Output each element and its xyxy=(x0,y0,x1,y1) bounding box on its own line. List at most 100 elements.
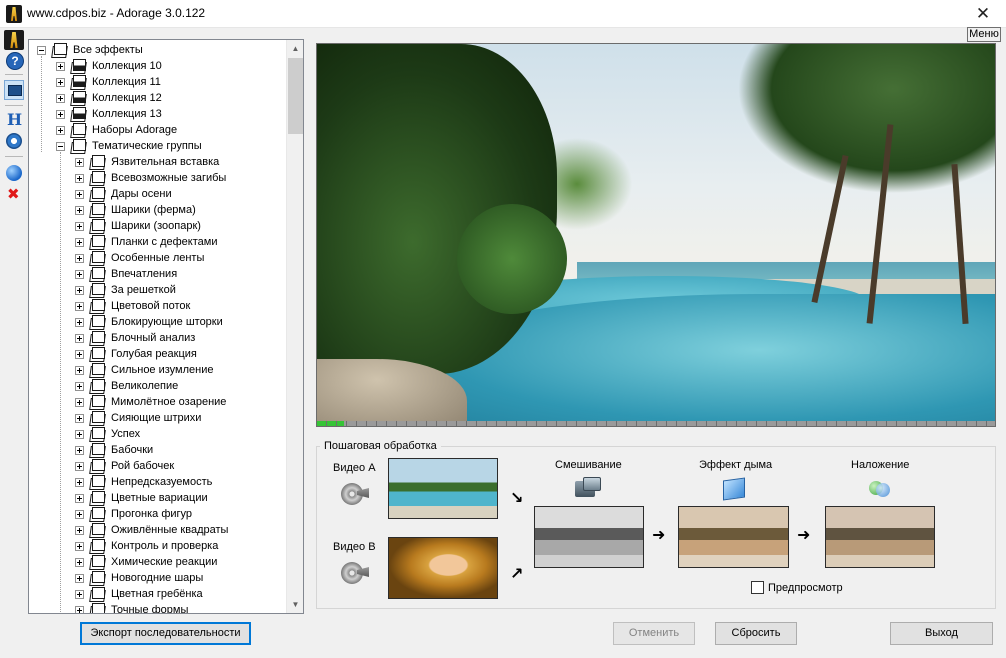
expand-plus-icon[interactable] xyxy=(75,174,84,183)
tree-item-group[interactable]: Сильное изумление xyxy=(29,362,285,378)
expand-plus-icon[interactable] xyxy=(75,318,84,327)
scroll-down-icon[interactable]: ▼ xyxy=(287,596,303,613)
tree-item-group[interactable]: Цветные вариации xyxy=(29,490,285,506)
video-a-thumbnail[interactable] xyxy=(388,458,498,519)
tree-item-group[interactable]: Блочный анализ xyxy=(29,330,285,346)
monitor-icon[interactable] xyxy=(4,80,24,100)
expand-plus-icon[interactable] xyxy=(75,462,84,471)
tree-item-group[interactable]: Прогонка фигур xyxy=(29,506,285,522)
tree-item-group[interactable]: Успех xyxy=(29,426,285,442)
menu-button[interactable]: Меню xyxy=(967,27,1001,42)
mixing-icon[interactable] xyxy=(575,477,601,499)
tree-item-collection[interactable]: Коллекция 13 xyxy=(29,106,285,122)
expand-plus-icon[interactable] xyxy=(75,222,84,231)
tree-item-collection[interactable]: Коллекция 12 xyxy=(29,90,285,106)
overlay-icon[interactable] xyxy=(867,477,891,501)
tree-item-thematic-groups[interactable]: Тематические группы xyxy=(29,138,285,154)
tree-item-group[interactable]: Цветная гребёнка xyxy=(29,586,285,602)
adorage-logo-icon[interactable] xyxy=(4,30,24,50)
tree-item-root[interactable]: Все эффекты xyxy=(29,42,285,58)
overlay-thumbnail[interactable] xyxy=(825,506,935,568)
tree-item-group[interactable]: Планки с дефектами xyxy=(29,234,285,250)
expand-plus-icon[interactable] xyxy=(56,126,65,135)
collapse-minus-icon[interactable] xyxy=(37,46,46,55)
expand-plus-icon[interactable] xyxy=(75,270,84,279)
export-sequence-button[interactable]: Экспорт последовательности xyxy=(80,622,251,645)
tree-item-group[interactable]: Цветовой поток xyxy=(29,298,285,314)
scroll-thumb[interactable] xyxy=(288,58,303,134)
exit-button[interactable]: Выход xyxy=(890,622,993,645)
playback-progress[interactable] xyxy=(317,421,995,426)
expand-plus-icon[interactable] xyxy=(75,334,84,343)
tree-item-collection[interactable]: Наборы Adorage xyxy=(29,122,285,138)
expand-plus-icon[interactable] xyxy=(75,590,84,599)
tree-item-group[interactable]: Голубая реакция xyxy=(29,346,285,362)
expand-plus-icon[interactable] xyxy=(75,254,84,263)
preview-checkbox[interactable] xyxy=(751,581,764,594)
film-reel-icon[interactable] xyxy=(341,480,369,508)
wand-icon[interactable] xyxy=(4,110,24,130)
tree-item-group[interactable]: Впечатления xyxy=(29,266,285,282)
expand-plus-icon[interactable] xyxy=(75,526,84,535)
collapse-minus-icon[interactable] xyxy=(56,142,65,151)
expand-plus-icon[interactable] xyxy=(75,494,84,503)
tree-item-group[interactable]: Мимолётное озарение xyxy=(29,394,285,410)
tree-item-group[interactable]: Шарики (ферма) xyxy=(29,202,285,218)
tree-scrollbar[interactable]: ▲ ▼ xyxy=(286,40,303,613)
tree-item-group[interactable]: Оживлённые квадраты xyxy=(29,522,285,538)
expand-plus-icon[interactable] xyxy=(75,542,84,551)
tree-item-group[interactable]: Язвительная вставка xyxy=(29,154,285,170)
expand-plus-icon[interactable] xyxy=(75,286,84,295)
expand-plus-icon[interactable] xyxy=(75,350,84,359)
tree-item-group[interactable]: Шарики (зоопарк) xyxy=(29,218,285,234)
expand-plus-icon[interactable] xyxy=(75,446,84,455)
tree-item-collection[interactable]: Коллекция 11 xyxy=(29,74,285,90)
video-b-thumbnail[interactable] xyxy=(388,537,498,599)
expand-plus-icon[interactable] xyxy=(75,206,84,215)
mixing-thumbnail[interactable] xyxy=(534,506,644,568)
close-window-button[interactable]: ✕ xyxy=(960,0,1006,28)
tree-item-group[interactable]: Точные формы xyxy=(29,602,285,613)
expand-plus-icon[interactable] xyxy=(75,478,84,487)
tree-item-group[interactable]: Сияющие штрихи xyxy=(29,410,285,426)
smoke-effect-thumbnail[interactable] xyxy=(678,506,789,568)
tree-item-group[interactable]: Бабочки xyxy=(29,442,285,458)
expand-plus-icon[interactable] xyxy=(75,302,84,311)
tree-item-group[interactable]: Особенные ленты xyxy=(29,250,285,266)
tree-item-collection[interactable]: Коллекция 10 xyxy=(29,58,285,74)
blue-ball-icon[interactable] xyxy=(4,163,24,183)
expand-plus-icon[interactable] xyxy=(75,606,84,613)
expand-plus-icon[interactable] xyxy=(75,238,84,247)
tree-item-group[interactable]: Дары осени xyxy=(29,186,285,202)
help-icon[interactable] xyxy=(4,50,24,70)
expand-plus-icon[interactable] xyxy=(75,366,84,375)
expand-plus-icon[interactable] xyxy=(75,414,84,423)
tree-item-group[interactable]: Новогодние шары xyxy=(29,570,285,586)
expand-plus-icon[interactable] xyxy=(75,158,84,167)
tree-item-group[interactable]: Рой бабочек xyxy=(29,458,285,474)
tree-item-group[interactable]: Химические реакции xyxy=(29,554,285,570)
expand-plus-icon[interactable] xyxy=(75,382,84,391)
effects-tree[interactable]: Все эффекты Коллекция 10 Коллекция 11 Колле… xyxy=(28,39,304,614)
expand-plus-icon[interactable] xyxy=(56,94,65,103)
expand-plus-icon[interactable] xyxy=(75,574,84,583)
expand-plus-icon[interactable] xyxy=(56,110,65,119)
reset-button[interactable]: Сбросить xyxy=(715,622,797,645)
expand-plus-icon[interactable] xyxy=(56,78,65,87)
tree-item-group[interactable]: За решеткой xyxy=(29,282,285,298)
expand-plus-icon[interactable] xyxy=(75,430,84,439)
tree-item-group[interactable]: Всевозможные загибы xyxy=(29,170,285,186)
tree-item-group[interactable]: Непредсказуемость xyxy=(29,474,285,490)
expand-plus-icon[interactable] xyxy=(75,558,84,567)
tree-item-group[interactable]: Великолепие xyxy=(29,378,285,394)
tree-item-group[interactable]: Контроль и проверка xyxy=(29,538,285,554)
tree-item-group[interactable]: Блокирующие шторки xyxy=(29,314,285,330)
expand-plus-icon[interactable] xyxy=(75,510,84,519)
expand-plus-icon[interactable] xyxy=(56,62,65,71)
expand-plus-icon[interactable] xyxy=(75,398,84,407)
settings-gear-icon[interactable] xyxy=(4,131,24,151)
scroll-up-icon[interactable]: ▲ xyxy=(287,40,303,57)
smoke-effect-icon[interactable] xyxy=(721,477,745,499)
film-reel-icon[interactable] xyxy=(341,559,369,587)
red-x-icon[interactable] xyxy=(4,184,24,204)
